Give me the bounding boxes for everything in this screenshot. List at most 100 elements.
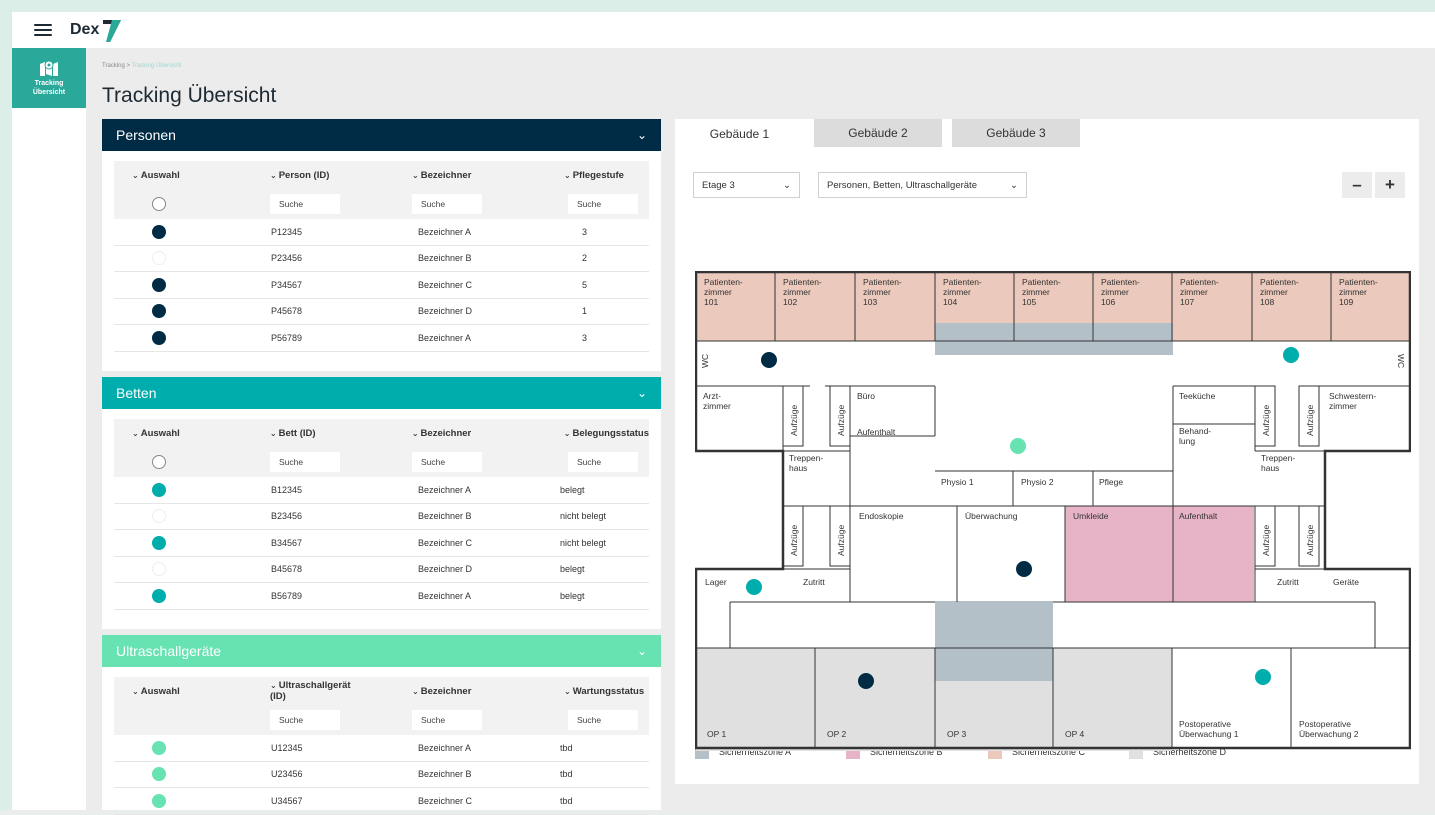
layer-filter-select[interactable]: Personen, Betten, Ultraschallgeräte ⌄ xyxy=(818,172,1027,198)
column-header[interactable]: ⌄ Bezeichner xyxy=(348,428,488,439)
select-radio[interactable] xyxy=(152,535,166,550)
sidebar-item-tracking-uebersicht[interactable]: Tracking Übersicht xyxy=(12,48,86,108)
select-radio[interactable] xyxy=(152,251,166,266)
zone-a-op-corridor xyxy=(935,601,1053,681)
search-input[interactable]: Suche xyxy=(568,452,638,472)
logo[interactable]: Dex xyxy=(70,16,123,44)
column-header[interactable]: ⌄ Auswahl xyxy=(114,170,206,181)
name-cell: Bezeichner C xyxy=(418,279,473,290)
person-marker[interactable] xyxy=(858,673,874,689)
table-row[interactable]: P12345 Bezeichner A 3 xyxy=(114,219,649,246)
table-row[interactable]: P45678 Bezeichner D 1 xyxy=(114,299,649,325)
select-radio[interactable] xyxy=(152,277,166,292)
id-cell: U12345 xyxy=(271,742,303,753)
bed-marker[interactable] xyxy=(746,579,762,595)
name-cell: Bezeichner B xyxy=(418,253,472,264)
column-header[interactable]: ⌄ Auswahl xyxy=(114,686,206,697)
select-radio[interactable] xyxy=(152,482,166,497)
patient-room-label: zimmer xyxy=(783,287,811,297)
patient-room-label: zimmer xyxy=(1339,287,1367,297)
search-row: Suche Suche Suche xyxy=(114,189,649,219)
search-input[interactable]: Suche xyxy=(412,194,482,214)
panel-ultraschall: Ultraschallgeräte ⌄ ⌄ Auswahl ⌄ Ultraschallg… xyxy=(102,635,661,815)
select-radio[interactable] xyxy=(152,304,166,319)
breadcrumb-root[interactable]: Tracking xyxy=(102,63,125,69)
table-row[interactable]: U12345 Bezeichner A tbd xyxy=(114,735,649,762)
select-all-radio[interactable] xyxy=(152,197,166,211)
table-row[interactable]: B12345 Bezeichner A belegt xyxy=(114,477,649,504)
bed-marker[interactable] xyxy=(1255,669,1271,685)
id-cell: U23456 xyxy=(271,769,303,780)
panel-header[interactable]: Personen ⌄ xyxy=(102,119,661,151)
table-row[interactable]: P34567 Bezeichner C 5 xyxy=(114,272,649,299)
select-radio[interactable] xyxy=(152,509,166,524)
select-radio[interactable] xyxy=(152,793,166,808)
column-header[interactable]: ⌄ Pflegestufe xyxy=(488,170,649,181)
select-all-radio[interactable] xyxy=(152,455,166,469)
id-cell: P12345 xyxy=(271,226,303,237)
select-radio[interactable] xyxy=(152,767,166,782)
search-input[interactable]: Suche xyxy=(270,452,340,472)
table-row[interactable]: B23456 Bezeichner B nicht belegt xyxy=(114,504,649,530)
search-input[interactable]: Suche xyxy=(412,710,482,730)
tab-gebaeude-3[interactable]: Gebäude 3 xyxy=(952,119,1080,147)
table-row[interactable]: P23456 Bezeichner B 2 xyxy=(114,246,649,272)
table-row[interactable]: B45678 Bezeichner D belegt xyxy=(114,557,649,583)
patient-room-label: Patienten- xyxy=(943,277,982,287)
zone-d-op-rooms xyxy=(696,648,1172,751)
column-header[interactable]: ⌄ Auswahl xyxy=(114,428,206,439)
panel-header[interactable]: Ultraschallgeräte ⌄ xyxy=(102,635,661,667)
id-cell: B34567 xyxy=(271,537,303,548)
sidebar-item-label: Tracking Übersicht xyxy=(32,80,66,96)
search-input[interactable]: Suche xyxy=(270,710,340,730)
floor-plan-map[interactable]: Patienten-zimmer101Patienten-zimmer102Pa… xyxy=(695,271,1411,751)
chevron-down-icon[interactable]: ⌄ xyxy=(637,644,647,658)
search-input[interactable]: Suche xyxy=(568,194,638,214)
floor-select[interactable]: Etage 3 ⌄ xyxy=(693,172,800,198)
search-input[interactable]: Suche xyxy=(270,194,340,214)
room-label: Geräte xyxy=(1333,577,1359,587)
tab-gebaeude-2[interactable]: Gebäude 2 xyxy=(814,119,942,147)
column-header[interactable]: ⌄ Ultraschallgerät (ID) xyxy=(206,680,351,702)
chevron-down-icon[interactable]: ⌄ xyxy=(637,128,647,142)
room-label: Überwachung xyxy=(965,511,1018,521)
column-header[interactable]: ⌄ Person (ID) xyxy=(206,170,348,181)
select-radio[interactable] xyxy=(152,588,166,603)
column-header[interactable]: ⌄ Bezeichner xyxy=(348,686,488,697)
status-cell: belegt xyxy=(560,590,585,601)
search-input[interactable]: Suche xyxy=(412,452,482,472)
table-row[interactable]: U34567 Bezeichner C tbd xyxy=(114,788,649,815)
ultrasound-marker[interactable] xyxy=(1010,438,1026,454)
top-bar: Dex xyxy=(12,12,1435,48)
zoom-in-button[interactable]: + xyxy=(1375,172,1405,198)
select-radio[interactable] xyxy=(152,330,166,345)
table-row[interactable]: P56789 Bezeichner A 3 xyxy=(114,325,649,352)
id-cell: P56789 xyxy=(271,332,303,343)
column-header[interactable]: ⌄ Belegungsstatus xyxy=(488,428,649,439)
person-marker[interactable] xyxy=(761,352,777,368)
select-radio[interactable] xyxy=(152,562,166,577)
hamburger-menu-icon[interactable] xyxy=(34,21,52,39)
tab-gebaeude-1[interactable]: Gebäude 1 xyxy=(675,119,804,148)
column-header[interactable]: ⌄ Wartungsstatus xyxy=(488,686,649,697)
person-marker[interactable] xyxy=(1016,561,1032,577)
bed-marker[interactable] xyxy=(1283,347,1299,363)
chevron-down-icon[interactable]: ⌄ xyxy=(637,386,647,400)
table-row[interactable]: B34567 Bezeichner C nicht belegt xyxy=(114,530,649,557)
column-header[interactable]: ⌄ Bezeichner xyxy=(348,170,488,181)
patient-room-label: zimmer xyxy=(1260,287,1288,297)
status-cell: 5 xyxy=(582,279,588,290)
select-radio[interactable] xyxy=(152,740,166,755)
select-radio[interactable] xyxy=(152,224,166,239)
room-label: zimmer xyxy=(703,401,731,411)
search-input[interactable]: Suche xyxy=(568,710,638,730)
id-cell: U34567 xyxy=(271,795,303,806)
zoom-out-button[interactable]: – xyxy=(1342,172,1372,198)
name-cell: Bezeichner A xyxy=(418,226,472,237)
status-cell: 1 xyxy=(582,306,588,317)
table-row[interactable]: B56789 Bezeichner A belegt xyxy=(114,583,649,610)
column-header[interactable]: ⌄ Bett (ID) xyxy=(206,428,348,439)
panel-header[interactable]: Betten ⌄ xyxy=(102,377,661,409)
table-row[interactable]: U23456 Bezeichner B tbd xyxy=(114,762,649,788)
sort-chevron-icon: ⌄ xyxy=(269,428,277,438)
